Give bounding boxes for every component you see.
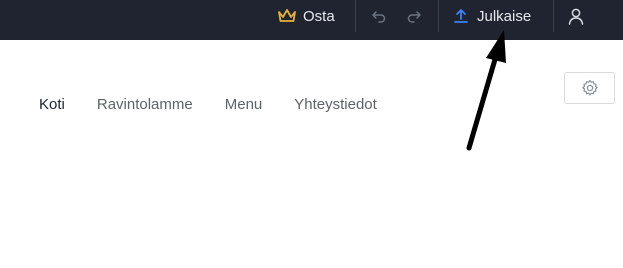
undo-icon — [371, 8, 387, 24]
toolbar-divider — [355, 0, 356, 32]
nav-item-menu[interactable]: Menu — [225, 96, 263, 113]
user-button[interactable] — [567, 0, 585, 32]
nav-item-koti[interactable]: Koti — [39, 96, 65, 113]
redo-button[interactable] — [406, 0, 422, 32]
page: Osta Julkaise Koti Ravintolamme Menu Yht… — [0, 0, 623, 268]
user-icon — [567, 7, 585, 25]
buy-label: Osta — [303, 7, 335, 25]
annotation-arrow — [466, 30, 506, 151]
settings-button[interactable] — [564, 72, 615, 104]
crown-icon — [277, 8, 297, 24]
site-navigation: Koti Ravintolamme Menu Yhteystiedot — [39, 96, 409, 113]
toolbar-divider — [553, 0, 554, 32]
upload-icon — [453, 8, 469, 24]
top-toolbar: Osta Julkaise — [0, 0, 623, 40]
gear-icon — [581, 79, 599, 97]
publish-button[interactable]: Julkaise — [453, 0, 531, 32]
nav-item-ravintolamme[interactable]: Ravintolamme — [97, 96, 193, 113]
toolbar-divider — [438, 0, 439, 32]
nav-item-yhteystiedot[interactable]: Yhteystiedot — [294, 96, 377, 113]
publish-label: Julkaise — [477, 7, 532, 25]
buy-button[interactable]: Osta — [277, 0, 335, 32]
redo-icon — [406, 8, 422, 24]
undo-button[interactable] — [371, 0, 387, 32]
